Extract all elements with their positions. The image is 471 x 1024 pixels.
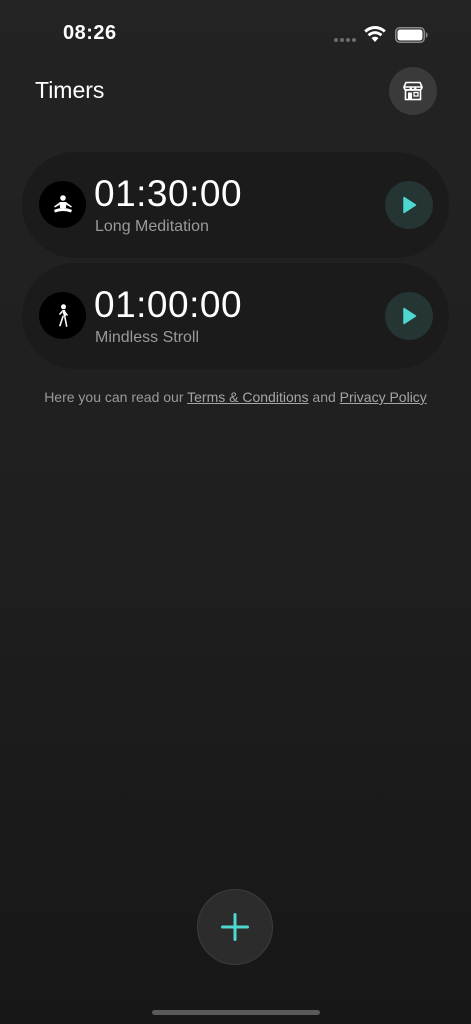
play-button[interactable] (385, 292, 433, 340)
timer-card[interactable]: 01:30:00 Long Meditation (22, 152, 449, 258)
play-icon (403, 307, 417, 325)
timer-duration: 01:30:00 (94, 173, 243, 214)
signal-icon (334, 38, 356, 42)
add-timer-button[interactable] (197, 889, 273, 965)
timer-card[interactable]: 01:00:00 Mindless Stroll (22, 263, 449, 369)
battery-icon (395, 27, 428, 43)
wifi-icon (364, 26, 386, 42)
timer-icon (39, 292, 86, 339)
timer-name: Mindless Stroll (95, 329, 200, 346)
status-bar: 08:26 (0, 0, 471, 60)
play-icon (403, 196, 417, 214)
plus-icon (221, 913, 249, 941)
terms-link[interactable]: Terms & Conditions (187, 389, 308, 405)
store-icon (403, 81, 423, 101)
legal-notice: Here you can read our Terms & Conditions… (0, 389, 471, 405)
timer-icon (39, 181, 86, 228)
timer-name: Long Meditation (95, 218, 209, 235)
legal-prefix: Here you can read our (44, 389, 188, 405)
page-title: Timers (35, 77, 105, 103)
privacy-link[interactable]: Privacy Policy (340, 389, 427, 405)
legal-and: and (308, 389, 340, 405)
walking-icon (58, 303, 68, 327)
meditation-icon (53, 194, 72, 212)
timer-duration: 01:00:00 (94, 284, 243, 325)
home-indicator (152, 1010, 320, 1015)
play-button[interactable] (385, 181, 433, 229)
status-time: 08:26 (63, 22, 117, 44)
store-button[interactable] (389, 67, 437, 115)
